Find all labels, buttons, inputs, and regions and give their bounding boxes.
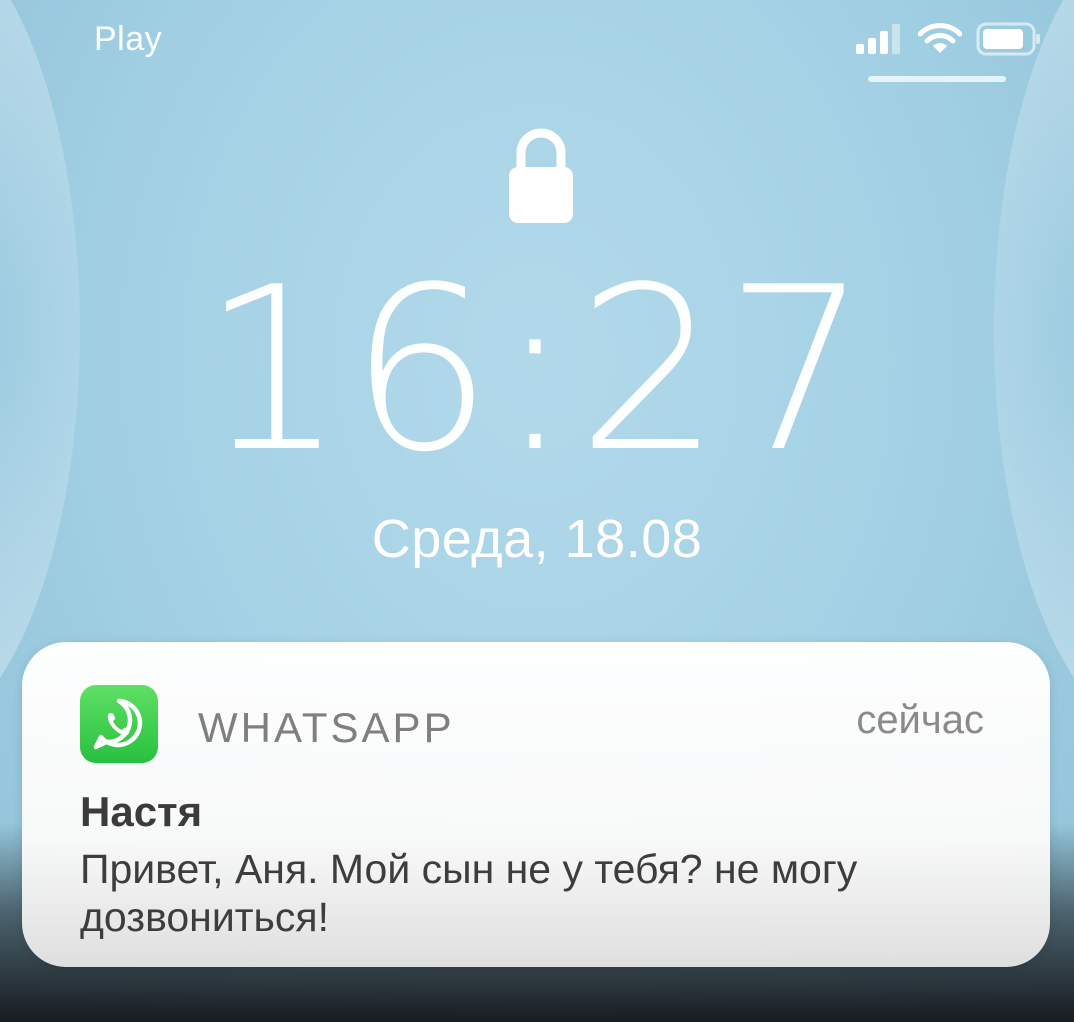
notification-app-name: WHATSAPP (198, 704, 455, 751)
clock-time: 16:27 (201, 239, 873, 502)
clock-date: Среда, 18.08 (371, 509, 703, 569)
lock-icon (507, 127, 575, 225)
whatsapp-notification[interactable]: WHATSAPP сейчас Настя Привет, Аня. Мой с… (22, 642, 1050, 967)
wifi-icon (917, 23, 963, 60)
lock-screen: Play 16:27 Среда, 18.08 WHATSAPP сейчас … (0, 0, 1074, 1022)
battery-icon (976, 22, 1042, 61)
whatsapp-icon (80, 685, 158, 763)
status-icons (856, 22, 1042, 61)
notification-time: сейчас (856, 698, 984, 742)
signal-icon (856, 24, 904, 59)
notification-sender: Настя (80, 788, 203, 835)
notification-message: Привет, Аня. Мой сын не у тебя? не могу … (80, 846, 858, 940)
swipe-indicator[interactable] (868, 76, 1006, 82)
carrier-label: Play (94, 20, 163, 58)
